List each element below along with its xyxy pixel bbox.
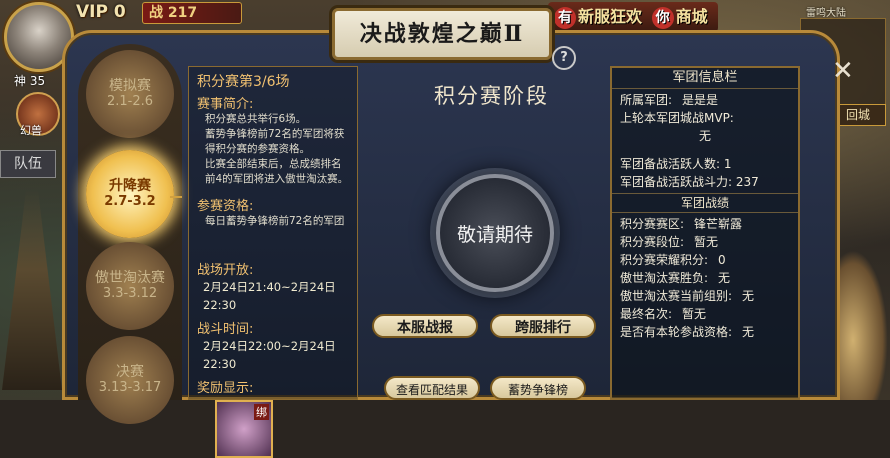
player-level: 神 35: [14, 74, 46, 88]
stage-promotion[interactable]: 升降赛 2.7-3.2: [86, 150, 174, 238]
qualify-value: 无: [742, 325, 755, 339]
zone-value: 锋芒崭露: [694, 217, 743, 231]
reward-heading: 奖励显示:: [197, 381, 254, 396]
legion-power-label: 军团备战活跃战斗力:: [620, 175, 733, 189]
segment-label: 积分赛段位:: [620, 235, 685, 249]
qualification-heading: 参赛资格:: [197, 199, 254, 214]
legion-belong-row: 所属军团: 是是是: [612, 91, 798, 109]
legion-record-heading: 军团战绩: [612, 193, 798, 213]
qualify-label: 是否有本轮参战资格:: [620, 325, 733, 339]
stage-connector: [170, 196, 182, 198]
match-title: 积分赛第3/6场: [197, 74, 290, 90]
honor-row: 积分赛荣耀积分: 0: [612, 251, 798, 269]
bound-tag: 绑: [254, 404, 269, 420]
win-value: 无: [718, 271, 731, 285]
phase-title: 积分赛阶段: [434, 84, 549, 108]
win-label: 傲世淘汰赛胜负:: [620, 271, 709, 285]
honor-label: 积分赛荣耀积分:: [620, 253, 709, 267]
intro-line: 蓄势争锋榜前72名的军团将获得积分赛的参赛资格。: [205, 128, 345, 155]
close-icon[interactable]: ✕: [832, 58, 854, 84]
legion-info-heading: 军团信息栏: [612, 68, 798, 89]
final-value: 暂无: [682, 307, 707, 321]
match-info-panel: 积分赛第3/6场 赛事简介: 积分赛总共举行6场。 蓄势争锋榜前72名的军团将获…: [188, 66, 358, 458]
qualify-row: 是否有本轮参战资格: 无: [612, 323, 798, 341]
stage-name: 模拟赛: [109, 78, 151, 94]
legion-mvp-value: 无: [698, 129, 711, 143]
win-row: 傲世淘汰赛胜负: 无: [612, 269, 798, 287]
shop-badge: 你: [651, 7, 674, 29]
event-badge: 有: [554, 7, 576, 29]
help-icon[interactable]: ?: [552, 46, 576, 70]
legion-info-panel: 军团信息栏 所属军团: 是是是 上轮本军团城战MVP: 无 军团备战活跃人数: 1…: [610, 66, 800, 400]
stage-dates: 3.3-3.12: [102, 286, 158, 301]
intro-line: 积分赛总共举行6场。: [205, 113, 307, 125]
legion-belong-value: 是是是: [682, 93, 719, 107]
beast-label: 幻兽: [20, 124, 42, 137]
power-bar: 战 217: [142, 2, 242, 24]
stage-elimination[interactable]: 傲世淘汰赛 3.3-3.12: [86, 242, 174, 330]
zone-row: 积分赛赛区: 锋芒崭露: [612, 215, 798, 233]
team-tab[interactable]: 队伍: [0, 150, 56, 178]
open-time: 2月24日21:40~2月24日22:30: [203, 280, 336, 312]
stage-simulation[interactable]: 模拟赛 2.1-2.6: [86, 50, 174, 138]
fight-time: 2月24日22:00~2月24日22:30: [203, 339, 336, 371]
final-row: 最终名次: 暂无: [612, 305, 798, 323]
stage-name: 傲世淘汰赛: [95, 270, 165, 286]
legion-active-value: 1: [723, 157, 732, 171]
cross-server-rank-button[interactable]: 跨服排行: [490, 314, 596, 338]
group-label: 傲世淘汰赛当前组别:: [620, 289, 733, 303]
map-name: 雷鸣大陆: [806, 8, 846, 19]
legion-belong-label: 所属军团:: [620, 93, 673, 107]
event-text: 新服狂欢: [578, 7, 643, 26]
honor-value: 0: [718, 253, 726, 267]
coming-soon-emblem: 敬请期待: [436, 174, 554, 292]
stage-name: 决赛: [116, 364, 144, 380]
reward-item[interactable]: 绑: [215, 400, 273, 458]
fight-heading: 战斗时间:: [197, 322, 254, 337]
window-title: 决战敦煌之巅Ⅱ: [332, 8, 552, 60]
stage-dates: 3.13-3.17: [98, 380, 162, 395]
shop-text: 商城: [675, 7, 708, 26]
intro-heading: 赛事简介:: [197, 97, 254, 112]
local-report-button[interactable]: 本服战报: [372, 314, 478, 338]
qualification-text: 每日蓄势争锋榜前72名的军团: [205, 215, 345, 227]
momentum-rank-button[interactable]: 蓄势争锋榜: [490, 376, 586, 400]
stage-dates: 2.1-2.6: [106, 94, 154, 109]
stage-dates: 2.7-3.2: [104, 194, 156, 209]
intro-line: 比赛全部结束后，总成绩排名前4的军团将进入傲世淘汰赛。: [205, 158, 349, 185]
match-result-button[interactable]: 查看匹配结果: [384, 376, 480, 400]
vip-level[interactable]: VIP 0: [76, 2, 126, 22]
final-label: 最终名次:: [620, 307, 673, 321]
open-heading: 战场开放:: [197, 263, 254, 278]
stage-final[interactable]: 决赛 3.13-3.17: [86, 336, 174, 424]
legion-mvp-label: 上轮本军团城战MVP:: [620, 111, 734, 125]
stage-name: 升降赛: [109, 178, 151, 194]
group-row: 傲世淘汰赛当前组别: 无: [612, 287, 798, 305]
legion-active-row: 军团备战活跃人数: 1: [612, 155, 798, 173]
legion-power-value: 237: [735, 175, 759, 189]
zone-label: 积分赛赛区:: [620, 217, 685, 231]
event-banner[interactable]: 有新服狂欢 你商城: [548, 2, 718, 32]
segment-row: 积分赛段位: 暂无: [612, 233, 798, 251]
group-value: 无: [742, 289, 755, 303]
legion-active-label: 军团备战活跃人数:: [620, 157, 721, 171]
legion-power-row: 军团备战活跃战斗力: 237: [612, 173, 798, 191]
segment-value: 暂无: [694, 235, 719, 249]
stage-list: 模拟赛 2.1-2.6 升降赛 2.7-3.2 傲世淘汰赛 3.3-3.12 决…: [78, 44, 182, 424]
